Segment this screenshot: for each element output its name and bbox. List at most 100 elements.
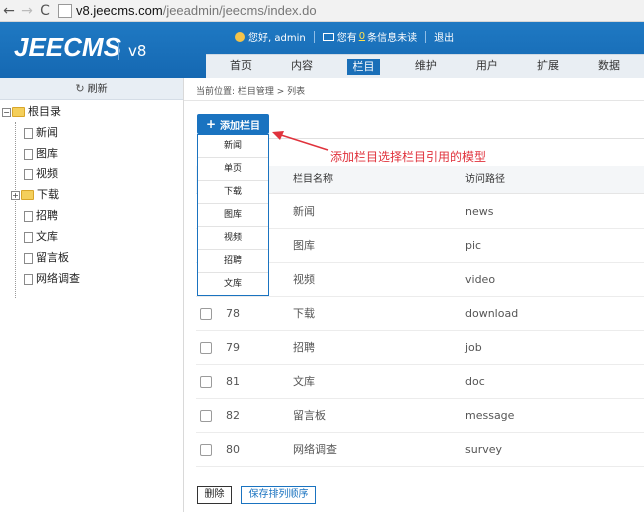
logout-link[interactable]: 退出 [434, 29, 454, 44]
breadcrumb: 当前位置: 栏目管理 > 列表 [196, 87, 306, 97]
menu-maintain[interactable]: 维护 [400, 55, 452, 78]
row-checkbox[interactable] [200, 444, 212, 456]
row-id: 80 [226, 443, 240, 456]
url-path: /jeeadmin/jeecms/index.do [162, 3, 317, 18]
folder-icon [21, 190, 34, 200]
dropdown-item-video[interactable]: 视频 [198, 227, 268, 250]
divider [313, 30, 315, 43]
tree-item-label: 图库 [36, 147, 58, 160]
row-name: 网络调查 [293, 443, 337, 456]
row-name: 文库 [293, 375, 315, 388]
dropdown-item-gallery[interactable]: 图库 [198, 204, 268, 227]
divider [425, 30, 427, 43]
row-id: 82 [226, 409, 240, 422]
app-header: JEECMS v8 您好, admin 您有 0 条信息未读 退出 首页 内容 栏目… [0, 22, 644, 78]
row-path: doc [465, 375, 485, 388]
tree-item-guestbook[interactable]: 留言板 [24, 248, 69, 268]
url-host: v8.jeecms.com [76, 3, 163, 18]
annotation-text: 添加栏目选择栏目引用的模型 [330, 150, 487, 164]
version-label: v8 [128, 42, 147, 60]
reload-icon[interactable]: C [36, 0, 54, 22]
tree-item-label: 文库 [36, 230, 58, 243]
msg-count[interactable]: 0 [359, 31, 365, 42]
menu-extend[interactable]: 扩展 [522, 55, 574, 78]
row-id: 81 [226, 375, 240, 388]
tree-item-jobs[interactable]: 招聘 [24, 206, 58, 226]
dropdown-item-news[interactable]: 新闻 [198, 135, 268, 158]
document-icon [24, 231, 33, 243]
row-name: 新闻 [293, 205, 315, 218]
menu-users[interactable]: 用户 [461, 55, 513, 78]
row-path: news [465, 205, 494, 218]
document-icon [24, 273, 33, 285]
table-row: 79 招聘 job [196, 331, 644, 365]
tree-guide [15, 122, 16, 298]
menu-home[interactable]: 首页 [215, 55, 267, 78]
add-channel-button[interactable]: + 添加栏目 [197, 114, 269, 134]
tree-item-library[interactable]: 文库 [24, 227, 58, 247]
top-info-bar: 您好, admin 您有 0 条信息未读 退出 [235, 29, 454, 44]
refresh-button[interactable]: ↻ 刷新 [0, 78, 183, 100]
expand-icon[interactable]: + [11, 190, 20, 200]
delete-button[interactable]: 删除 [197, 486, 232, 504]
dropdown-item-single-page[interactable]: 单页 [198, 158, 268, 181]
row-checkbox[interactable] [200, 342, 212, 354]
dropdown-item-download[interactable]: 下载 [198, 181, 268, 204]
document-icon [24, 168, 33, 180]
tree-item-news[interactable]: 新闻 [24, 123, 58, 143]
row-checkbox[interactable] [200, 308, 212, 320]
tree-item-label: 下载 [37, 188, 59, 201]
tree-item-video[interactable]: 视频 [24, 164, 58, 184]
tree-item-label: 新闻 [36, 126, 58, 139]
collapse-icon[interactable]: − [2, 107, 11, 117]
row-id: 78 [226, 307, 240, 320]
messages-link[interactable]: 您有 0 条信息未读 [322, 29, 418, 44]
mail-icon [322, 32, 334, 41]
document-icon [24, 148, 33, 160]
sidebar: ↻ 刷新 − 根目录 新闻 图库 视频 + 下载 招聘 文库 留言板 网络调查 [0, 78, 184, 512]
save-order-button[interactable]: 保存排列顺序 [241, 486, 316, 504]
row-name: 留言板 [293, 409, 326, 422]
table-row: 81 文库 doc [196, 365, 644, 399]
document-icon [24, 210, 33, 222]
menu-data[interactable]: 数据 [583, 55, 635, 78]
tree-item-download[interactable]: + 下载 [11, 185, 59, 205]
forward-icon[interactable]: → [18, 0, 36, 22]
table-row: 82 留言板 message [196, 399, 644, 433]
page-icon [58, 3, 72, 18]
tree-item-label: 网络调查 [36, 272, 80, 285]
tree-item-label: 留言板 [36, 251, 69, 264]
row-path: job [465, 341, 482, 354]
column-header-name[interactable]: 栏目名称 [293, 166, 333, 194]
document-icon [24, 252, 33, 264]
logo: JEECMS [14, 32, 121, 62]
refresh-icon: ↻ [75, 82, 85, 95]
row-checkbox[interactable] [200, 410, 212, 422]
logo-divider [118, 42, 119, 60]
row-name: 招聘 [293, 341, 315, 354]
greeting-text: 您好, admin [248, 33, 306, 44]
msg-suffix: 条信息未读 [367, 33, 418, 44]
tree-item-gallery[interactable]: 图库 [24, 144, 58, 164]
table-row: 78 下载 download [196, 297, 644, 331]
user-icon [235, 31, 245, 42]
model-dropdown: 新闻 单页 下载 图库 视频 招聘 文库 [197, 134, 269, 296]
back-icon[interactable]: ← [0, 0, 18, 22]
row-checkbox[interactable] [200, 376, 212, 388]
menu-content[interactable]: 内容 [276, 55, 328, 78]
row-name: 图库 [293, 239, 315, 252]
user-greeting: 您好, admin [235, 29, 306, 44]
address-bar[interactable]: v8.jeecms.com/jeeadmin/jeecms/index.do [76, 3, 317, 18]
menu-channel[interactable]: 栏目 [347, 59, 380, 75]
document-icon [24, 127, 33, 139]
tree-item-survey[interactable]: 网络调查 [24, 269, 80, 289]
dropdown-item-jobs[interactable]: 招聘 [198, 250, 268, 273]
column-header-path[interactable]: 访问路径 [465, 166, 505, 194]
dropdown-item-library[interactable]: 文库 [198, 273, 268, 296]
row-path: download [465, 307, 519, 320]
row-id: 79 [226, 341, 240, 354]
tree-root[interactable]: − 根目录 [2, 102, 61, 122]
row-path: video [465, 273, 496, 286]
main-menu: 首页 内容 栏目 维护 用户 扩展 数据 [206, 54, 644, 78]
msg-prefix: 您有 [336, 33, 357, 44]
